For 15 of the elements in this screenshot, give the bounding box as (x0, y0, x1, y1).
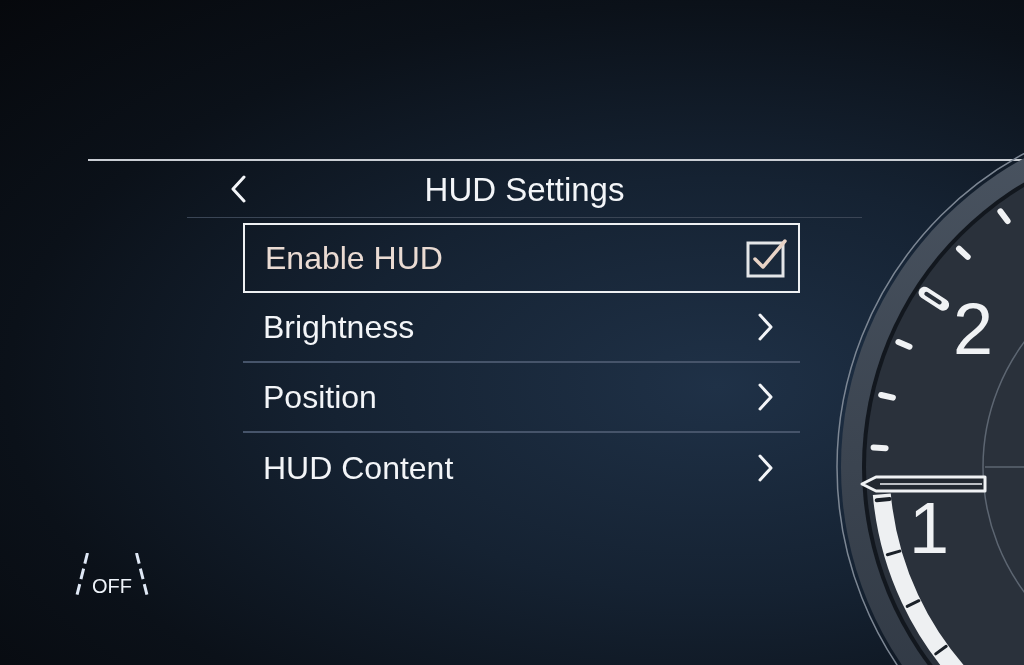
checkbox[interactable] (746, 238, 788, 278)
chevron-right-icon (758, 313, 774, 341)
menu-item[interactable]: Position (243, 363, 800, 433)
chevron-left-icon (230, 175, 246, 203)
gauge-number: 2 (953, 293, 994, 365)
lane-line-icon (75, 553, 89, 597)
chevron-right-icon (758, 383, 774, 411)
screen-title: HUD Settings (424, 172, 625, 206)
menu-item[interactable]: Enable HUD (243, 223, 800, 293)
menu-item[interactable]: HUD Content (243, 433, 800, 503)
gauge-number: 1 (909, 492, 950, 564)
menu-item[interactable]: Brightness (243, 293, 800, 363)
lane-line-icon (135, 553, 149, 597)
lane-assist-status: OFF (92, 576, 132, 596)
chevron-right-icon (758, 454, 774, 482)
